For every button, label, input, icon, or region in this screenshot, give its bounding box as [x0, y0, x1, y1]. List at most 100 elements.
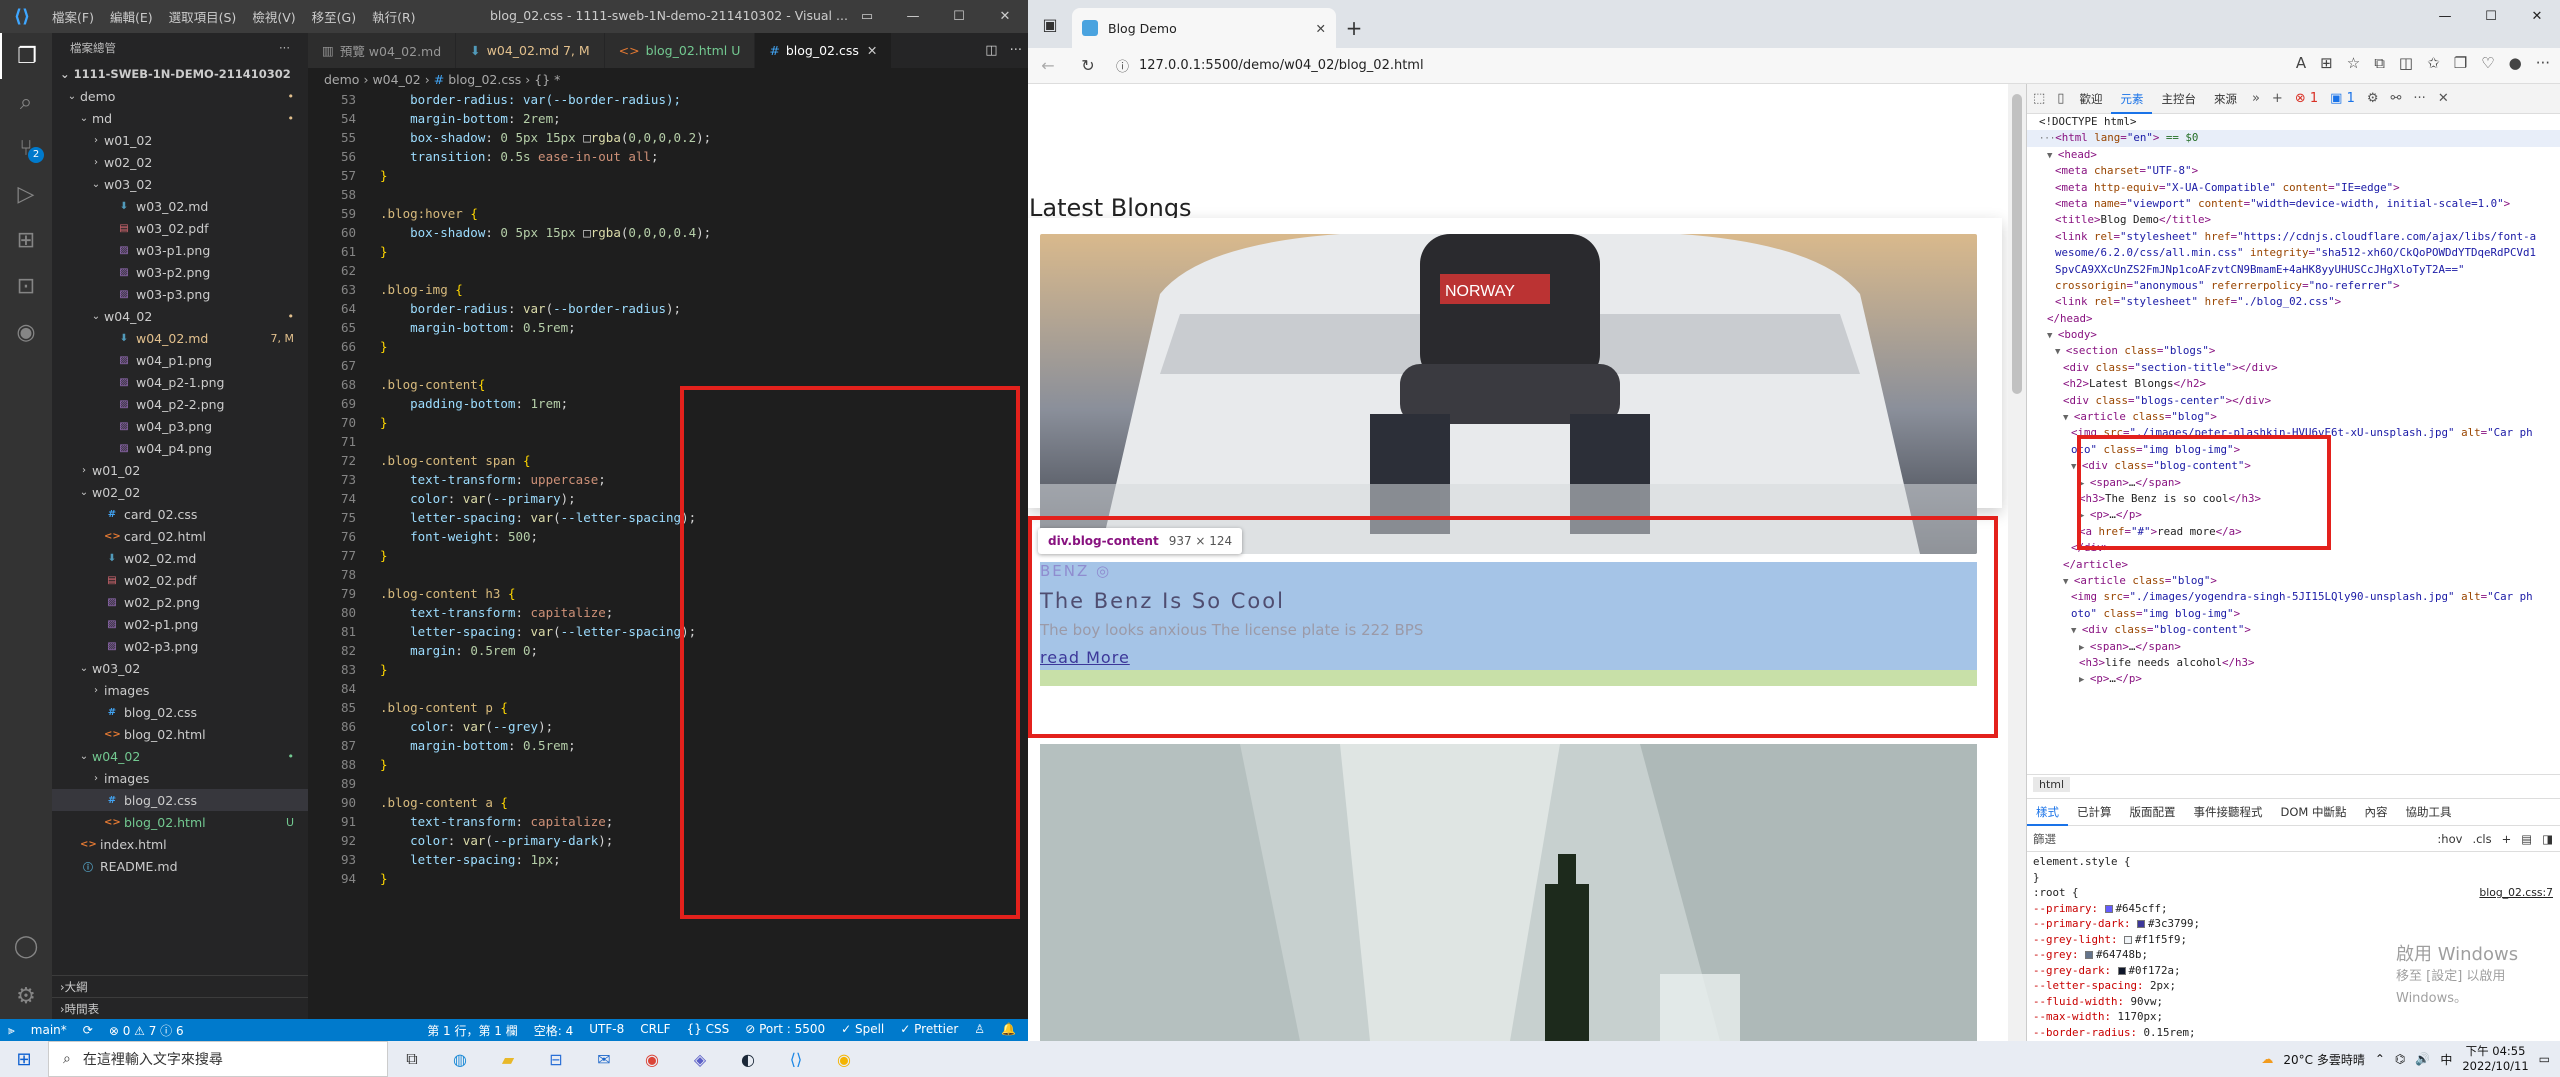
menu-item[interactable]: 編輯(E): [102, 7, 161, 26]
toggle-element-state-icon[interactable]: ▤: [2521, 832, 2532, 846]
git-branch[interactable]: main*: [23, 1023, 75, 1037]
search-icon[interactable]: ⌕: [0, 79, 52, 125]
tree-item[interactable]: ▨ w04_p3.png: [52, 415, 308, 437]
back-icon[interactable]: ←: [1028, 56, 1068, 75]
styles-tab[interactable]: 已計算: [2068, 798, 2121, 826]
dom-node[interactable]: ▶ <span>…</span>: [2027, 475, 2560, 491]
ime-indicator[interactable]: 中: [2440, 1051, 2452, 1068]
dom-node[interactable]: ▼ <article class="blog">: [2027, 573, 2560, 589]
color-swatch[interactable]: [2137, 920, 2146, 928]
dom-node[interactable]: <img src="./images/peter-plashkin-HVU6vE…: [2027, 425, 2560, 441]
hov-toggle[interactable]: :hov: [2437, 832, 2462, 846]
notifications-icon[interactable]: 🔔: [993, 1022, 1024, 1039]
devtools-tab[interactable]: 來源: [2205, 84, 2246, 114]
tree-item[interactable]: ▨ w04_p2-2.png: [52, 393, 308, 415]
sidebar-section-1[interactable]: › 時間表: [52, 997, 308, 1019]
dom-node[interactable]: oto" class="img blog-img">: [2027, 442, 2560, 458]
dom-node[interactable]: crossorigin="anonymous" referrerpolicy="…: [2027, 278, 2560, 294]
taskbar-search[interactable]: ⌕ 在這裡輸入文字來搜尋: [48, 1041, 388, 1077]
breadcrumb-item[interactable]: demo: [324, 72, 359, 87]
file-explorer-icon[interactable]: ▰: [484, 1041, 532, 1077]
tab-actions-icon[interactable]: ▣: [1028, 0, 1072, 48]
inspect-icon[interactable]: ⬚: [2027, 91, 2051, 106]
menu-item[interactable]: 移至(G): [304, 7, 364, 26]
dom-node[interactable]: </div>: [2027, 540, 2560, 556]
end-of-line[interactable]: CRLF: [632, 1022, 678, 1039]
dom-node[interactable]: ▼ <section class="blogs">: [2027, 343, 2560, 359]
mail-icon[interactable]: ✉: [580, 1041, 628, 1077]
site-info-icon[interactable]: ⓘ: [1116, 56, 1129, 75]
tree-item[interactable]: › w01_02: [52, 459, 308, 481]
devtools-tab[interactable]: 元素: [2111, 84, 2153, 114]
filter-input[interactable]: 篩選: [2033, 831, 2056, 847]
sidebar-section-0[interactable]: › 大綱: [52, 975, 308, 997]
refresh-icon[interactable]: ↻: [1068, 56, 1108, 75]
close-tab-icon[interactable]: ✕: [867, 43, 877, 58]
tree-item[interactable]: ▨ w02-p1.png: [52, 613, 308, 635]
tree-item[interactable]: # card_02.css: [52, 503, 308, 525]
minimize-button[interactable]: —: [890, 0, 936, 33]
problems-count[interactable]: ⊗ 0 ⚠ 7 ⓘ 6: [101, 1022, 192, 1039]
clock[interactable]: 下午 04:55 2022/10/11: [2462, 1044, 2528, 1074]
dom-node[interactable]: ▼ <article class="blog">: [2027, 409, 2560, 425]
extensions-icon[interactable]: ⧉: [2374, 54, 2385, 72]
dom-node[interactable]: </head>: [2027, 311, 2560, 327]
prettier-status[interactable]: ✓ Prettier: [892, 1022, 966, 1039]
remote-icon[interactable]: ⫸: [0, 1023, 23, 1038]
color-swatch[interactable]: [2104, 904, 2113, 913]
read-more-link[interactable]: read more: [1040, 648, 1130, 667]
close-button[interactable]: ✕: [982, 0, 1028, 33]
dom-node[interactable]: <link rel="stylesheet" href="./blog_02.c…: [2027, 294, 2560, 310]
tree-item[interactable]: <> index.html: [52, 833, 308, 855]
more-icon[interactable]: ···: [2536, 54, 2550, 72]
editor-tab[interactable]: <> blog_02.html U: [604, 33, 756, 68]
color-swatch[interactable]: [2124, 935, 2133, 944]
split-screen-icon[interactable]: ◫: [2399, 54, 2413, 72]
account-icon[interactable]: ◯: [0, 923, 52, 969]
dom-node[interactable]: <link rel="stylesheet" href="https://cdn…: [2027, 229, 2560, 245]
menu-item[interactable]: 執行(R): [364, 7, 423, 26]
spell-status[interactable]: ✓ Spell: [833, 1022, 892, 1039]
page-scrollbar[interactable]: [2008, 84, 2026, 1041]
address-bar[interactable]: ⓘ 127.0.0.1:5500/demo/w04_02/blog_02.htm…: [1116, 52, 2286, 80]
sync-icon[interactable]: ⟳: [75, 1023, 101, 1037]
tree-item[interactable]: › w02_02: [52, 151, 308, 173]
dom-node[interactable]: <div class="section-title"></div>: [2027, 360, 2560, 376]
close-tab-icon[interactable]: ✕: [1316, 21, 1326, 36]
device-toolbar-icon[interactable]: ▯: [2051, 91, 2070, 106]
editor-tab[interactable]: ⬇ w04_02.md 7, M: [456, 33, 605, 68]
tree-item[interactable]: ▨ w03-p2.png: [52, 261, 308, 283]
tree-item[interactable]: ▨ w04_p1.png: [52, 349, 308, 371]
styles-tab[interactable]: 版面配置: [2121, 798, 2185, 826]
tree-item[interactable]: ⌄ w03_02: [52, 657, 308, 679]
chrome-canary-icon[interactable]: ◉: [820, 1041, 868, 1077]
tree-item[interactable]: ⬇ w02_02.md: [52, 547, 308, 569]
color-swatch[interactable]: [2117, 966, 2126, 975]
tree-item[interactable]: <> blog_02.html: [52, 723, 308, 745]
styles-tab[interactable]: 內容: [2355, 798, 2396, 826]
notification-center-icon[interactable]: ▭: [2539, 1052, 2550, 1066]
dom-node[interactable]: </article>: [2027, 557, 2560, 573]
tree-item[interactable]: <> blog_02.html U: [52, 811, 308, 833]
browser-essentials-icon[interactable]: ♡: [2481, 54, 2494, 72]
page-scroll-thumb[interactable]: [2012, 94, 2022, 394]
tree-item[interactable]: ▨ w04_p4.png: [52, 437, 308, 459]
dom-node[interactable]: <img src="./images/yogendra-singh-5JI15L…: [2027, 589, 2560, 605]
tree-item[interactable]: ▨ w04_p2-1.png: [52, 371, 308, 393]
settings-gear-icon[interactable]: ⚙: [0, 973, 52, 1019]
dom-node[interactable]: <h3>life needs alcohol</h3>: [2027, 655, 2560, 671]
maximize-button[interactable]: ☐: [936, 0, 982, 33]
encoding[interactable]: UTF-8: [581, 1022, 632, 1039]
code-editor[interactable]: 53 border-radius: var(--border-radius); 5…: [308, 90, 1028, 1019]
dom-node[interactable]: ▶ <span>…</span>: [2027, 639, 2560, 655]
new-tab-button[interactable]: +: [1336, 8, 1372, 48]
dom-node[interactable]: <meta name="viewport" content="width=dev…: [2027, 196, 2560, 212]
tree-item[interactable]: ▨ w02_p2.png: [52, 591, 308, 613]
close-button[interactable]: ✕: [2514, 0, 2560, 33]
tree-item[interactable]: ▤ w03_02.pdf: [52, 217, 308, 239]
browser-tab-blog-demo[interactable]: Blog Demo ✕: [1072, 8, 1336, 48]
breadcrumb-item[interactable]: w04_02: [372, 72, 420, 87]
tree-item[interactable]: ⌄ md •: [52, 107, 308, 129]
maximize-button[interactable]: ☐: [2468, 0, 2514, 33]
vscode-taskbar-icon[interactable]: ⟨⟩: [772, 1041, 820, 1077]
